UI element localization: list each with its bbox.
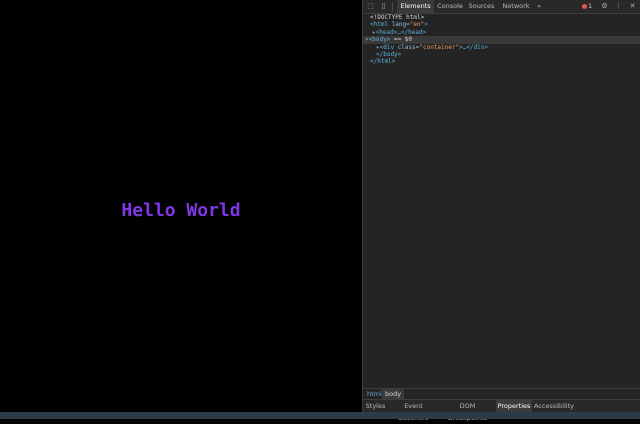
gear-icon[interactable]: ⚙	[600, 2, 609, 11]
tab-dom-breakpoints[interactable]: DOM Breakpoints	[440, 400, 495, 422]
more-tabs-button[interactable]: »	[535, 0, 543, 13]
hello-world-text: Hello World	[121, 200, 241, 221]
tree-row-body[interactable]: ▾<body> == $0	[363, 36, 640, 44]
body-close-tag: </body>	[376, 50, 402, 58]
tree-row-head[interactable]: ▸<head>…</head>	[363, 29, 640, 36]
lang-value: "en"	[409, 21, 425, 29]
bottom-status-strip	[0, 412, 640, 419]
html-close-tag: </html>	[370, 58, 396, 66]
lang-attr: lang=	[388, 21, 410, 29]
error-icon	[582, 3, 587, 9]
tab-event-listeners[interactable]: Event Listeners	[390, 400, 437, 422]
breadcrumb-body[interactable]: body	[382, 389, 405, 399]
tab-sources[interactable]: Sources	[467, 0, 496, 13]
kebab-menu-icon[interactable]: ⋮	[614, 2, 623, 11]
error-count-badge[interactable]: 1	[582, 2, 592, 11]
tree-row-html[interactable]: <html lang="en">	[363, 21, 640, 28]
class-attr: class=	[394, 43, 420, 51]
page-viewport: Hello World	[0, 0, 362, 419]
breadcrumb: html body	[363, 388, 640, 399]
dom-tree: <!DOCTYPE html> <html lang="en"> ▸<head>…	[363, 14, 640, 66]
head-tag: <head>…</head>	[375, 28, 427, 36]
tree-row-doctype[interactable]: <!DOCTYPE html>	[363, 14, 640, 21]
tab-console[interactable]: Console	[435, 0, 465, 13]
close-icon[interactable]: ✕	[628, 2, 637, 11]
devtools-toolbar: ⬚ ▯ Elements Console Sources Network » 1…	[363, 0, 640, 14]
html-tag: <html	[370, 21, 389, 29]
inspect-element-icon[interactable]: ⬚	[366, 2, 375, 11]
selected-marker: == $0	[390, 36, 412, 44]
devtools-panel: ⬚ ▯ Elements Console Sources Network » 1…	[363, 0, 640, 422]
html-tag-close: >	[424, 21, 428, 29]
sidebar-panel-tabs: Styles Event Listeners DOM Breakpoints P…	[363, 399, 640, 422]
div-tag: <div	[379, 43, 395, 51]
tree-row-body-close[interactable]: </body>	[363, 51, 640, 58]
error-count: 1	[588, 2, 593, 10]
device-toolbar-icon[interactable]: ▯	[379, 2, 388, 11]
tab-accessibility[interactable]: Accessibility	[534, 400, 574, 412]
tab-styles[interactable]: Styles	[364, 400, 387, 412]
tab-elements[interactable]: Elements	[397, 0, 434, 13]
toolbar-separator	[392, 2, 393, 11]
class-value: "container"	[419, 43, 460, 51]
doctype-text: <!DOCTYPE html>	[370, 14, 425, 21]
tab-network[interactable]: Network	[500, 0, 532, 13]
tab-properties[interactable]: Properties	[496, 400, 532, 412]
body-tag: <body>	[368, 36, 391, 44]
tree-row-div[interactable]: ▸<div class="container">…</div>	[363, 44, 640, 51]
tree-row-html-close[interactable]: </html>	[363, 58, 640, 65]
div-tag-rest: >…</div>	[459, 43, 489, 51]
